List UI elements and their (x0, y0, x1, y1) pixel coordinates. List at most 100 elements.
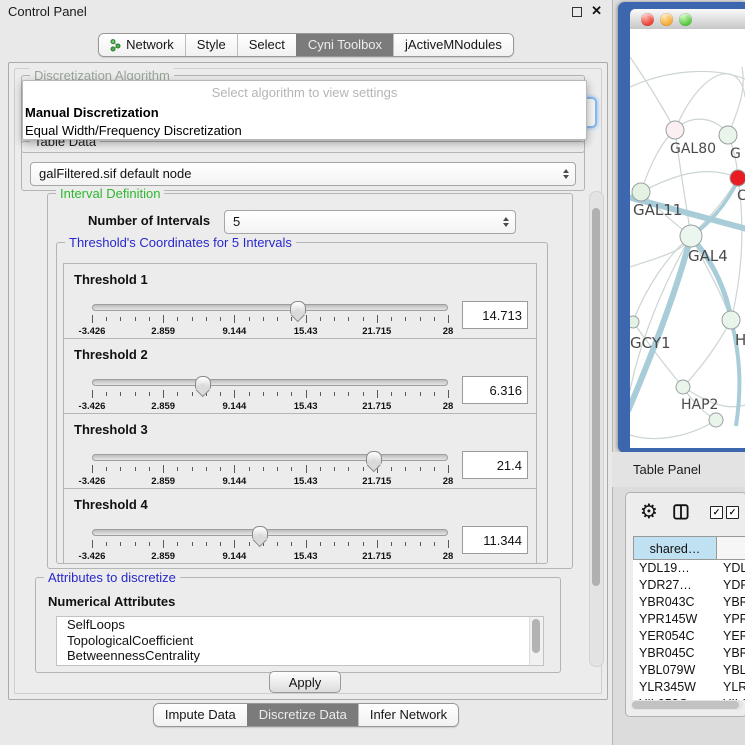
attribute-list-item[interactable]: BetweennessCentrality (57, 648, 543, 664)
column-header-shared-name[interactable]: shared… (633, 536, 717, 560)
table-row[interactable]: YBR043CYBR0 (633, 594, 745, 611)
attribute-list-item[interactable]: TopologicalCoefficient (57, 633, 543, 649)
network-node[interactable] (730, 170, 745, 186)
gear-icon[interactable]: ⚙ (640, 499, 658, 523)
cell-shared-name: YBL079W (633, 662, 717, 679)
split-columns-icon[interactable] (673, 504, 689, 525)
minimize-traffic-light-icon[interactable] (660, 13, 673, 26)
network-canvas[interactable]: GAL80GCGAL11GAL4HGCY1HAP2 (630, 29, 745, 448)
network-edge[interactable] (683, 320, 731, 387)
cell-name: YBR0 (717, 594, 745, 611)
table-row[interactable]: YER054CYER0 (633, 628, 745, 645)
settings-vertical-scrollbar[interactable] (589, 191, 604, 667)
network-edge[interactable] (641, 172, 738, 192)
network-edge[interactable] (630, 420, 716, 439)
tick-label: 15.43 (294, 401, 318, 412)
dropdown-item-manual-discretization[interactable]: Manual Discretization (23, 105, 586, 120)
table-row[interactable]: YPR145WYPR1 (633, 611, 745, 628)
table-row[interactable]: YBR045CYBR0 (633, 645, 745, 662)
table-panel-window: ⚙ ✓ ✓ shared… na YDL19…YDL1YDR27…YDR2YBR… (625, 492, 745, 717)
network-node[interactable] (630, 316, 639, 328)
threshold-2-value-input[interactable] (462, 376, 528, 404)
network-node[interactable] (680, 225, 702, 247)
scrollbar-thumb[interactable] (592, 208, 600, 586)
threshold-3-value-input[interactable] (462, 451, 528, 479)
tab-network[interactable]: Network (99, 34, 185, 56)
checkbox-icon[interactable]: ✓ (726, 506, 739, 519)
cyni-toolbox-panel: Discretization Algorithm Select algorith… (8, 62, 608, 700)
slider-thumb[interactable] (290, 301, 306, 314)
network-node[interactable] (722, 311, 740, 329)
tick-label: 21.715 (362, 401, 391, 412)
scrollbar-thumb[interactable] (532, 619, 540, 653)
list-vertical-scrollbar[interactable] (529, 617, 543, 665)
cell-name: YDR2 (717, 577, 745, 594)
node-label: HAP2 (681, 397, 718, 413)
threshold-4-value-input[interactable] (462, 526, 528, 554)
threshold-2-slider[interactable]: -3.4262.8599.14415.4321.71528 (92, 375, 448, 411)
table-row[interactable]: YBL079WYBL0 (633, 662, 745, 679)
attributes-to-discretize-group: Attributes to discretize Numerical Attri… (35, 577, 561, 673)
slider-thumb[interactable] (195, 376, 211, 389)
tab-style[interactable]: Style (185, 34, 237, 56)
tab-select[interactable]: Select (237, 34, 296, 56)
network-edge[interactable] (641, 130, 675, 192)
scrollbar-thumb[interactable] (632, 701, 739, 709)
slider-thumb[interactable] (252, 526, 268, 539)
network-edge[interactable] (633, 236, 691, 322)
threshold-4-slider[interactable]: -3.4262.8599.14415.4321.71528 (92, 525, 448, 561)
slider-track (92, 454, 448, 461)
table-data-combobox[interactable]: galFiltered.sif default node (30, 162, 576, 186)
slider-ticks (92, 465, 448, 474)
checkbox-icon[interactable]: ✓ (710, 506, 723, 519)
tick-label: -3.426 (79, 551, 106, 562)
tab-discretize-data[interactable]: Discretize Data (247, 704, 358, 726)
tab-infer-network[interactable]: Infer Network (358, 704, 458, 726)
dropdown-item-equal-width-frequency[interactable]: Equal Width/Frequency Discretization (23, 123, 586, 138)
table-row[interactable]: YDL19…YDL1 (633, 560, 745, 577)
network-window-titlebar[interactable] (630, 9, 745, 30)
tab-jactivemnodules[interactable]: jActiveMNodules (393, 34, 513, 56)
cell-name: YPR1 (717, 611, 745, 628)
network-edge[interactable] (630, 71, 745, 87)
network-node[interactable] (676, 380, 690, 394)
numerical-attributes-list[interactable]: SelfLoopsTopologicalCoefficientBetweenne… (56, 616, 544, 666)
number-of-intervals-combobox[interactable]: 5 (224, 210, 516, 234)
threshold-1-slider[interactable]: -3.4262.8599.14415.4321.71528 (92, 300, 448, 336)
threshold-3-slider[interactable]: -3.4262.8599.14415.4321.71528 (92, 450, 448, 486)
tick-label: 21.715 (362, 476, 391, 487)
tab-label: Select (249, 34, 285, 56)
table-row[interactable]: YLR345WYLR3 (633, 679, 745, 696)
slider-thumb[interactable] (366, 451, 382, 464)
tab-label: Cyni Toolbox (308, 34, 382, 56)
slider-tick-labels: -3.4262.8599.14415.4321.71528 (92, 326, 448, 336)
close-traffic-light-icon[interactable] (641, 13, 654, 26)
threshold-label: Threshold 3 (74, 422, 148, 437)
network-graph[interactable]: GAL80GCGAL11GAL4HGCY1HAP2 (630, 29, 745, 448)
threshold-label: Threshold 4 (74, 497, 148, 512)
float-window-icon[interactable] (572, 7, 582, 17)
tick-label: 9.144 (223, 551, 247, 562)
close-icon[interactable]: ✕ (591, 3, 602, 19)
network-node[interactable] (632, 183, 650, 201)
panel-title: Control Panel (8, 4, 87, 19)
apply-button[interactable]: Apply (269, 671, 341, 693)
dropdown-prompt-item[interactable]: Select algorithm to view settings (23, 86, 586, 100)
network-node[interactable] (719, 126, 737, 144)
threshold-2-panel: Threshold 2 -3.4262.8599.14415.4321.7152… (63, 338, 537, 414)
network-node[interactable] (709, 413, 723, 427)
attribute-list-item[interactable]: SelfLoops (57, 617, 543, 633)
tab-cyni-toolbox[interactable]: Cyni Toolbox (296, 34, 393, 56)
tick-label: 2.859 (151, 551, 175, 562)
table-horizontal-scrollbar[interactable] (631, 700, 743, 710)
network-icon (110, 39, 121, 52)
tab-impute-data[interactable]: Impute Data (154, 704, 247, 726)
tick-label: 21.715 (362, 326, 391, 337)
slider-tick-labels: -3.4262.8599.14415.4321.71528 (92, 476, 448, 486)
threshold-1-value-input[interactable] (462, 301, 528, 329)
table-row[interactable]: YDR27…YDR2 (633, 577, 745, 594)
zoom-traffic-light-icon[interactable] (679, 13, 692, 26)
column-header-name[interactable]: na (717, 536, 745, 560)
network-node[interactable] (666, 121, 684, 139)
network-edge[interactable] (630, 57, 675, 130)
